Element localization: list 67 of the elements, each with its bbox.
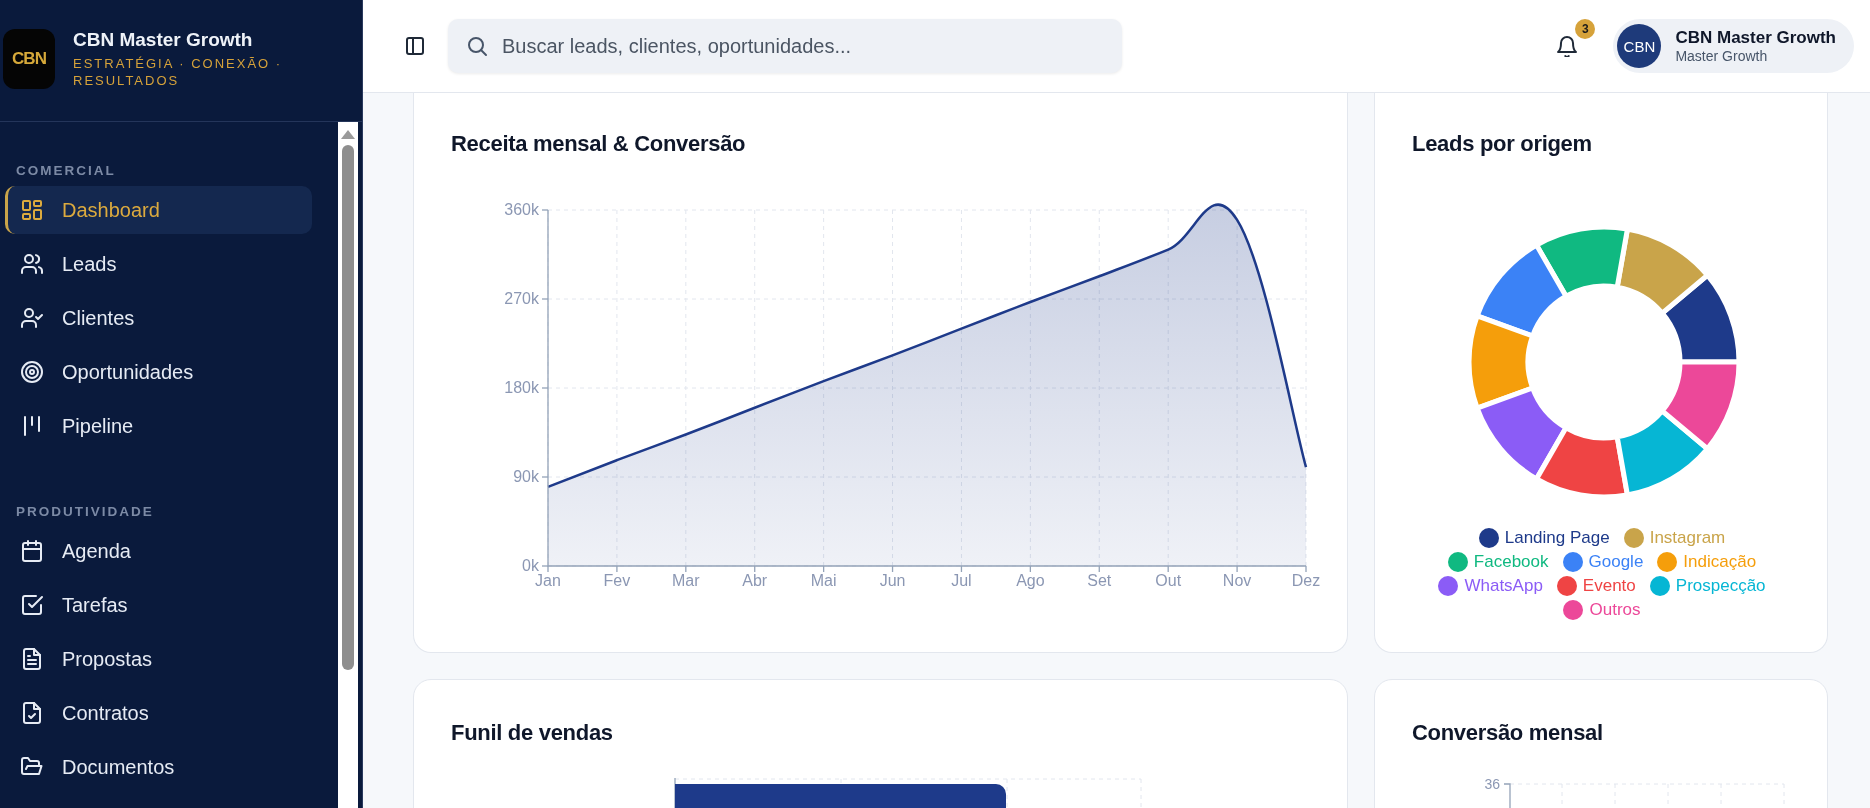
- sidebar-item[interactable]: Agenda: [5, 527, 312, 575]
- y-tick-label: 36: [1484, 778, 1500, 792]
- checkbox-icon: [20, 593, 44, 617]
- document-icon: [20, 647, 44, 671]
- x-tick-label: Nov: [1222, 572, 1252, 589]
- x-tick-label: Jul: [951, 572, 972, 589]
- x-tick-label: Fev: [603, 572, 631, 589]
- document-check-icon: [20, 701, 44, 725]
- sidebar-item[interactable]: Tarefas: [5, 581, 312, 629]
- sidebar-item[interactable]: Clientes: [5, 294, 312, 342]
- y-tick-label: 360k: [504, 201, 539, 218]
- scrollbar-thumb[interactable]: [342, 145, 354, 670]
- legend-label: Prospecção: [1675, 576, 1766, 596]
- sidebar-item[interactable]: Pipeline: [5, 402, 312, 450]
- sidebar-item[interactable]: Dashboard: [5, 186, 312, 234]
- user-menu[interactable]: CBN CBN Master Growth Master Growth: [1613, 19, 1854, 73]
- user-check-icon: [20, 306, 44, 330]
- card-title: Receita mensal & Conversão: [451, 131, 747, 157]
- legend-label: WhatsApp: [1464, 576, 1543, 596]
- sidebar-item[interactable]: Leads: [5, 240, 312, 288]
- axis-line: [674, 778, 676, 808]
- sidebar-item[interactable]: Contratos: [5, 689, 312, 737]
- section-title: PRODUTIVIDADE: [15, 503, 155, 521]
- legend-label: Outros: [1589, 600, 1641, 620]
- x-tick-label: Jan: [535, 572, 561, 589]
- legend-label: Landing Page: [1504, 528, 1610, 548]
- x-tick-label: Dez: [1291, 572, 1321, 589]
- search-icon: [466, 35, 488, 57]
- sidebar-item[interactable]: Documentos: [5, 743, 312, 791]
- x-tick-label: Mar: [672, 572, 700, 589]
- y-tick-label: 0k: [522, 557, 539, 574]
- section-title: COMERCIAL: [15, 162, 117, 180]
- y-tick-label: 270k: [504, 290, 539, 307]
- card-title: Conversão mensal: [1412, 720, 1604, 746]
- avatar: CBN: [1617, 24, 1662, 68]
- x-tick-label: Jun: [879, 572, 906, 589]
- x-tick-label: Mai: [810, 572, 837, 589]
- legend-label: Evento: [1582, 576, 1636, 596]
- x-tick-label: Out: [1155, 572, 1182, 589]
- target-icon: [20, 360, 44, 384]
- scrollbar[interactable]: [338, 122, 358, 808]
- x-tick-label: Abr: [742, 572, 768, 589]
- logo-text: CBN: [12, 48, 46, 69]
- x-tick-label: Ago: [1016, 572, 1045, 589]
- search-field[interactable]: Buscar leads, clientes, oportunidades...: [448, 19, 1122, 73]
- y-tick-label: 90k: [513, 468, 539, 485]
- sidebar-item[interactable]: Propostas: [5, 635, 312, 683]
- card-title: Leads por origem: [1412, 131, 1593, 157]
- legend-label: Instagram: [1649, 528, 1726, 548]
- legend-label: Facebook: [1473, 552, 1549, 572]
- grid-icon: [20, 198, 44, 222]
- user-subtitle: Master Growth: [1675, 48, 1768, 64]
- legend-label: Indicação: [1683, 552, 1757, 572]
- x-tick-label: Set: [1087, 572, 1112, 589]
- calendar-icon: [20, 539, 44, 563]
- card-title: Funil de vendas: [451, 720, 614, 746]
- brand-name: CBN Master Growth: [73, 28, 254, 51]
- legend-label: Google: [1588, 552, 1644, 572]
- panel-icon: [404, 35, 426, 57]
- sidebar-item[interactable]: Oportunidades: [5, 348, 312, 396]
- brand-tagline: ESTRATÉGIA · CONEXÃO · RESULTADOS: [73, 54, 284, 89]
- y-tick-label: 180k: [504, 379, 539, 396]
- user-name: CBN Master Growth: [1675, 28, 1836, 48]
- users-icon: [20, 252, 44, 276]
- chart-axes: [1503, 783, 1511, 808]
- notification-count: 3: [1575, 19, 1596, 39]
- bell-icon: [1555, 35, 1578, 57]
